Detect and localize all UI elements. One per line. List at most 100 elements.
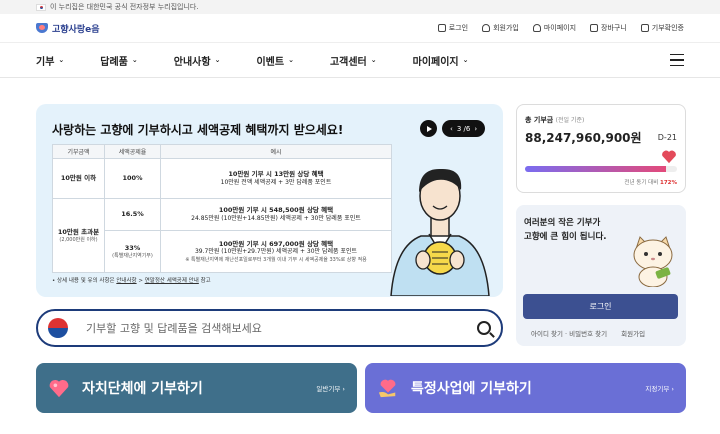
table-header: 세액공제율 xyxy=(104,144,161,159)
mascot-illustration xyxy=(633,236,673,287)
total-amount: 88,247,960,900원 xyxy=(525,131,642,145)
chevron-down-icon: ⌄ xyxy=(370,56,377,64)
chevron-down-icon: ⌄ xyxy=(131,56,138,64)
signup-link[interactable]: 회원가입 xyxy=(621,328,645,338)
logo-icon xyxy=(36,23,48,33)
rate-label: 33% xyxy=(124,243,141,252)
nav-mypage-label: 마이페이지 xyxy=(412,56,459,68)
find-account-link[interactable]: 아이디 찾기 · 비밀번호 찾기 xyxy=(531,328,607,338)
local-gov-donate-card[interactable]: 자치단체에 기부하기 일반기부 › xyxy=(36,363,357,413)
example-line: 100만원 기부 시 548,500원 상당 혜택 xyxy=(218,206,334,215)
receipt-icon xyxy=(640,24,649,32)
nav-donate-label: 기부 xyxy=(36,56,55,68)
utility-menu: 로그인 회원가입 마이페이지 장바구니 기부확인증 xyxy=(437,23,684,33)
gov-banner: 이 누리집은 대한민국 공식 전자정부 누리집입니다. xyxy=(0,0,720,14)
search-bar[interactable]: 기부할 고향 및 답례품을 검색해보세요 xyxy=(36,309,503,347)
amount-sub: (2,000만원 이하) xyxy=(59,236,98,243)
heart-hand-icon xyxy=(378,379,396,398)
example-line: 39.7만원 (10만원+29.7만원) 세액공제 + 30만 답례품 포인트 xyxy=(194,248,357,256)
total-donation-panel: 총 기부금 (전일 기준) 88,247,960,900원 D-21 전년 동기… xyxy=(516,104,686,193)
cart-link-label: 장바구니 xyxy=(601,24,627,32)
total-label-text: 총 기부금 xyxy=(525,116,554,124)
card-title: 자치단체에 기부하기 xyxy=(82,381,203,397)
login-link[interactable]: 로그인 xyxy=(437,23,469,33)
total-label: 총 기부금 (전일 기준) xyxy=(525,115,584,125)
login-panel: 여러분의 작은 기부가고향에 큰 힘이 됩니다. 로그인 아이디 찾기 · 비밀… xyxy=(516,205,686,346)
chevron-down-icon: ⌄ xyxy=(214,56,221,64)
site-logo[interactable]: 고향사랑e음 xyxy=(36,22,100,35)
main-nav: 기부 ⌄ 답례품 ⌄ 안내사항 ⌄ 이벤트 ⌄ 고객센터 ⌄ 마이페이지 ⌄ xyxy=(0,42,720,78)
deduction-table: 기부금액 세액공제율 예시 10만원 이하 100% 10만원 기부 시 13만… xyxy=(52,144,392,273)
example-line: 10만원 전액 세액공제 + 3만 답례품 포인트 xyxy=(220,178,332,186)
nav-donate[interactable]: 기부 ⌄ xyxy=(36,53,64,68)
login-message: 여러분의 작은 기부가고향에 큰 힘이 됩니다. xyxy=(524,217,607,244)
nav-event-label: 이벤트 xyxy=(256,56,285,68)
heart-icon xyxy=(49,380,69,398)
hero-note: • 상세 내용 및 유의 사항은 안내사항 > 연말정산 세액공제 안내 참고 xyxy=(52,276,211,284)
nav-support[interactable]: 고객센터 ⌄ xyxy=(330,53,377,68)
cart-link[interactable]: 장바구니 xyxy=(590,23,627,33)
login-link-label: 로그인 xyxy=(448,24,469,32)
project-donate-card[interactable]: 특정사업에 기부하기 지정기부 › xyxy=(365,363,686,413)
note-suffix: 참고 xyxy=(200,278,211,284)
nav-support-label: 고객센터 xyxy=(329,56,367,68)
year-compare: 전년 동기 대비 172% xyxy=(624,178,677,186)
note-separator: > xyxy=(138,278,143,284)
login-button[interactable]: 로그인 xyxy=(523,294,678,319)
carousel-controls: ‹ 3 /6 › xyxy=(420,120,486,137)
compare-label: 전년 동기 대비 xyxy=(624,180,659,186)
signup-link[interactable]: 회원가입 xyxy=(482,23,519,33)
gov-banner-text: 이 누리집은 대한민국 공식 전자정부 누리집입니다. xyxy=(50,3,199,11)
play-button[interactable] xyxy=(420,120,437,137)
user-icon xyxy=(482,24,491,32)
logo-text: 고향사랑e음 xyxy=(52,24,100,35)
receipt-link-label: 기부확인증 xyxy=(651,24,684,32)
nav-gifts[interactable]: 답례품 ⌄ xyxy=(100,53,137,68)
top-header: 고향사랑e음 로그인 회원가입 마이페이지 장바구니 기부확인증 xyxy=(0,14,720,42)
tax-guide-link[interactable]: 연말정산 세액공제 안내 xyxy=(145,278,199,284)
nav-guide-label: 안내사항 xyxy=(173,56,211,68)
search-input[interactable]: 기부할 고향 및 답례품을 검색해보세요 xyxy=(86,320,477,336)
nav-mypage[interactable]: 마이페이지 ⌄ xyxy=(413,53,469,68)
compare-value: 172% xyxy=(660,180,677,186)
user-icon xyxy=(532,24,541,32)
table-cell: 10만원 이하 xyxy=(52,158,105,199)
search-icon[interactable] xyxy=(477,321,491,335)
carousel-pager[interactable]: ‹ 3 /6 › xyxy=(442,120,486,137)
mypage-link[interactable]: 마이페이지 xyxy=(532,23,577,33)
donation-progress-bar xyxy=(525,166,677,172)
man-holding-coin-illustration xyxy=(390,168,490,296)
hero-banner: 사랑하는 고향에 기부하시고 세액공제 혜택까지 받으세요! ‹ 3 /6 › … xyxy=(36,104,503,297)
mypage-link-label: 마이페이지 xyxy=(543,24,577,32)
nav-guide[interactable]: 안내사항 ⌄ xyxy=(174,53,221,68)
message-line: 고향에 큰 힘이 됩니다. xyxy=(524,231,607,242)
progress-fill xyxy=(525,166,667,172)
hamburger-menu-icon[interactable] xyxy=(670,53,684,67)
hero-title: 사랑하는 고향에 기부하시고 세액공제 혜택까지 받으세요! xyxy=(52,123,344,137)
card-subtitle: 일반기부 › xyxy=(316,385,345,393)
prev-icon[interactable]: ‹ xyxy=(450,125,453,133)
login-icon xyxy=(437,24,446,32)
next-icon[interactable]: › xyxy=(474,125,477,133)
pager-count: 3 /6 xyxy=(456,124,471,133)
amount-label: 10만원 초과분 xyxy=(57,227,100,236)
table-cell: 10만원 초과분 (2,000만원 이하) xyxy=(52,198,105,273)
nav-event[interactable]: 이벤트 ⌄ xyxy=(256,53,293,68)
card-title: 특정사업에 기부하기 xyxy=(411,381,532,397)
total-label-sub: (전일 기준) xyxy=(555,117,585,124)
rate-sub: (특별재난지역기부) xyxy=(112,252,153,259)
chevron-down-icon: ⌄ xyxy=(288,56,294,64)
heart-icon xyxy=(662,150,676,164)
example-line: 24.85만원 (10만원+14.85만원) 세액공제 + 30만 답례품 포인… xyxy=(191,214,361,222)
chevron-down-icon: ⌄ xyxy=(58,56,65,64)
guide-link[interactable]: 안내사항 xyxy=(116,278,136,284)
message-line: 여러분의 작은 기부가 xyxy=(524,218,601,228)
card-subtitle: 지정기부 › xyxy=(645,385,674,393)
example-line: 10만원 기부 시 13만원 상당 혜택 xyxy=(228,170,324,179)
receipt-link[interactable]: 기부확인증 xyxy=(640,23,684,33)
korea-flag-icon xyxy=(36,3,46,11)
signup-link-label: 회원가입 xyxy=(493,24,519,32)
table-header: 예시 xyxy=(160,144,392,159)
table-cell: 10만원 기부 시 13만원 상당 혜택 10만원 전액 세액공제 + 3만 답례… xyxy=(160,158,392,199)
table-cell: 16.5% xyxy=(104,198,161,231)
